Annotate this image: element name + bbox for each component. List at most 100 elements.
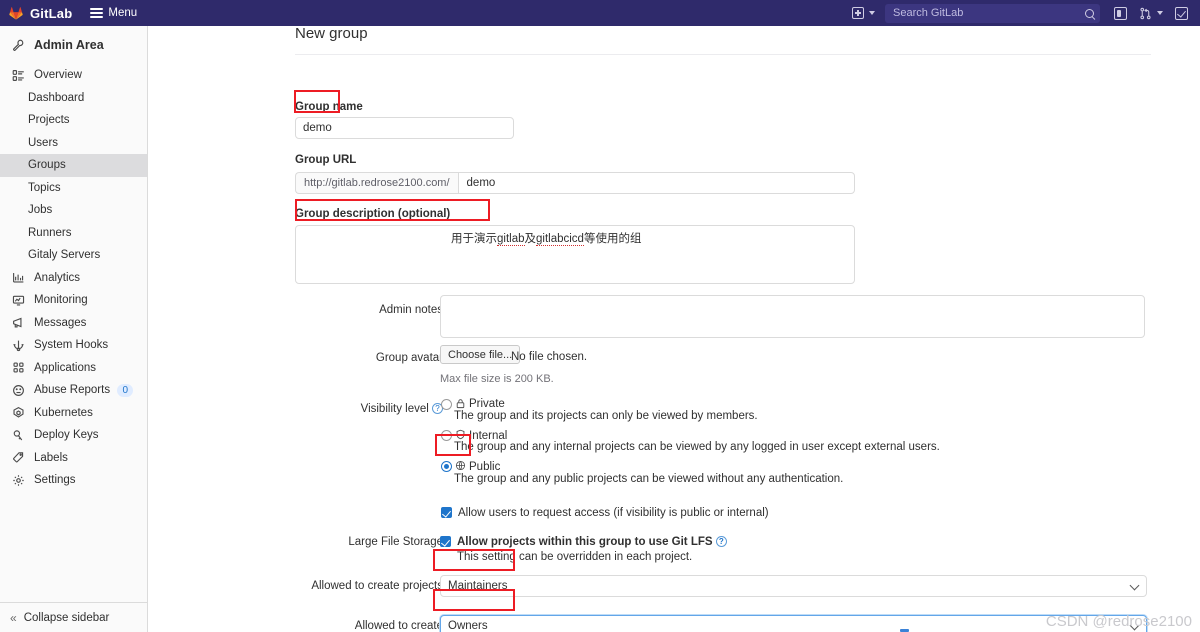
- admin-notes-textarea[interactable]: [440, 295, 1145, 338]
- globe-icon: [455, 460, 466, 474]
- create-subgroups-select[interactable]: Owners: [440, 615, 1147, 632]
- create-new-dropdown[interactable]: [846, 3, 881, 23]
- group-url-input[interactable]: [457, 172, 855, 194]
- git-lfs-description: This setting can be overridden in each p…: [457, 551, 693, 563]
- sidebar-item-topics[interactable]: Topics: [0, 177, 147, 200]
- sidebar-item-deploy-keys[interactable]: Deploy Keys: [0, 424, 147, 447]
- sidebar-item-label: Users: [28, 136, 59, 149]
- menu-label: Menu: [108, 7, 138, 19]
- request-access-label: Allow users to request access (if visibi…: [458, 507, 769, 519]
- visibility-private-radio[interactable]: [441, 399, 452, 410]
- abuse-reports-count-badge: 0: [117, 383, 133, 397]
- create-projects-label: Allowed to create projects: [311, 580, 443, 592]
- hook-icon: [10, 339, 26, 352]
- sidebar-item-label: Topics: [28, 181, 61, 194]
- visibility-public-radio[interactable]: [441, 461, 452, 472]
- sidebar-item-label: Deploy Keys: [34, 429, 99, 442]
- group-url-label: Group URL: [295, 154, 357, 166]
- sidebar-item-label: Runners: [28, 226, 72, 239]
- visibility-internal-description: The group and any internal projects can …: [454, 441, 940, 453]
- question-circle-icon[interactable]: ?: [715, 536, 727, 547]
- kubernetes-icon: [10, 406, 26, 419]
- group-name-input[interactable]: [295, 117, 514, 139]
- merge-requests-dropdown[interactable]: [1133, 3, 1169, 23]
- monitor-icon: [10, 294, 26, 307]
- gitlab-logo-link[interactable]: GitLab: [8, 5, 72, 21]
- watermark: CSDN @redrose2100: [1045, 613, 1192, 630]
- sidebar-header-admin-area[interactable]: Admin Area: [0, 30, 147, 60]
- group-description-label: Group description (optional): [295, 208, 451, 220]
- issues-button[interactable]: [1108, 3, 1133, 23]
- desc-part-0: 用于演示: [451, 233, 497, 245]
- sidebar-item-applications[interactable]: Applications: [0, 357, 147, 380]
- choose-file-button[interactable]: Choose file...: [440, 345, 521, 364]
- sidebar-item-label: Applications: [34, 361, 97, 374]
- sidebar-item-jobs[interactable]: Jobs: [0, 199, 147, 222]
- sidebar-item-label: Projects: [28, 114, 70, 127]
- sidebar-item-label: Kubernetes: [34, 406, 93, 419]
- sidebar-item-users[interactable]: Users: [0, 132, 147, 155]
- group-name-label: Group name: [295, 101, 363, 113]
- chevron-double-left-icon: «: [10, 610, 17, 625]
- sidebar-item-analytics[interactable]: Analytics: [0, 267, 147, 290]
- sidebar-item-label: Labels: [34, 451, 68, 464]
- sidebar-item-labels[interactable]: Labels: [0, 447, 147, 470]
- visibility-public-title: Public: [469, 461, 501, 473]
- brand-name: GitLab: [30, 5, 73, 21]
- sidebar-item-overview[interactable]: Overview: [0, 64, 147, 87]
- slight-frown-icon: [10, 384, 26, 397]
- search-input[interactable]: [891, 6, 1085, 20]
- sidebar-item-monitoring[interactable]: Monitoring: [0, 289, 147, 312]
- chart-icon: [10, 271, 26, 284]
- sidebar-item-dashboard[interactable]: Dashboard: [0, 87, 147, 110]
- todos-button[interactable]: [1169, 3, 1194, 23]
- top-navigation-bar: GitLab Menu: [0, 0, 1200, 26]
- sidebar-item-label: Monitoring: [34, 294, 88, 307]
- sidebar-item-label: Analytics: [34, 271, 81, 284]
- chevron-down-icon: [1129, 580, 1140, 591]
- overview-icon: [10, 69, 26, 82]
- group-description-rendered-value: 用于演示gitlab及gitlabcicd等使用的组: [451, 230, 641, 246]
- merge-request-icon: [1140, 7, 1151, 19]
- sidebar-item-runners[interactable]: Runners: [0, 222, 147, 245]
- desc-part-1-misspelled: gitlab: [497, 233, 525, 246]
- desc-part-4: 等使用的组: [583, 233, 642, 245]
- sidebar-item-gitaly-servers[interactable]: Gitaly Servers: [0, 244, 147, 267]
- visibility-internal-radio[interactable]: [441, 430, 452, 441]
- visibility-private-description: The group and its projects can only be v…: [454, 410, 758, 422]
- git-lfs-label-wrap: Allow projects within this group to use …: [457, 536, 727, 548]
- sidebar-item-groups[interactable]: Groups: [0, 154, 147, 177]
- chevron-down-icon: [1157, 11, 1163, 15]
- sidebar-item-label: Messages: [34, 316, 87, 329]
- search-icon: [1085, 8, 1094, 18]
- sidebar-item-abuse-reports[interactable]: Abuse Reports 0: [0, 379, 147, 402]
- global-search-box[interactable]: [885, 3, 1100, 23]
- sidebar-item-label: Abuse Reports: [34, 384, 111, 397]
- hamburger-menu-icon: [90, 6, 104, 21]
- sidebar-item-label: Dashboard: [28, 91, 85, 104]
- sidebar-item-system-hooks[interactable]: System Hooks: [0, 334, 147, 357]
- megaphone-icon: [10, 316, 26, 329]
- grid-dots-icon: [10, 361, 26, 374]
- git-lfs-label: Allow projects within this group to use …: [457, 536, 713, 548]
- create-subgroups-select-value: Owners: [448, 620, 488, 632]
- main-menu-button[interactable]: Menu: [90, 6, 137, 21]
- sidebar-item-label: Groups: [28, 159, 66, 172]
- request-access-checkbox[interactable]: [441, 507, 452, 518]
- create-projects-select[interactable]: Maintainers: [440, 575, 1147, 597]
- title-divider: [295, 54, 1151, 55]
- sidebar-item-label: Settings: [34, 474, 76, 487]
- group-avatar-label: Group avatar: [375, 352, 443, 364]
- desc-part-2: 及: [524, 233, 537, 245]
- sidebar-item-settings[interactable]: Settings: [0, 469, 147, 492]
- desc-part-3-misspelled: gitlabcicd: [536, 233, 584, 246]
- sidebar-item-kubernetes[interactable]: Kubernetes: [0, 402, 147, 425]
- topbar-actions: [846, 0, 1194, 26]
- key-icon: [10, 429, 26, 442]
- visibility-private-title: Private: [469, 398, 505, 410]
- sidebar-item-projects[interactable]: Projects: [0, 109, 147, 132]
- git-lfs-checkbox[interactable]: [440, 536, 451, 547]
- issues-icon: [1114, 6, 1127, 20]
- collapse-sidebar-button[interactable]: « Collapse sidebar: [0, 602, 147, 632]
- sidebar-item-messages[interactable]: Messages: [0, 312, 147, 335]
